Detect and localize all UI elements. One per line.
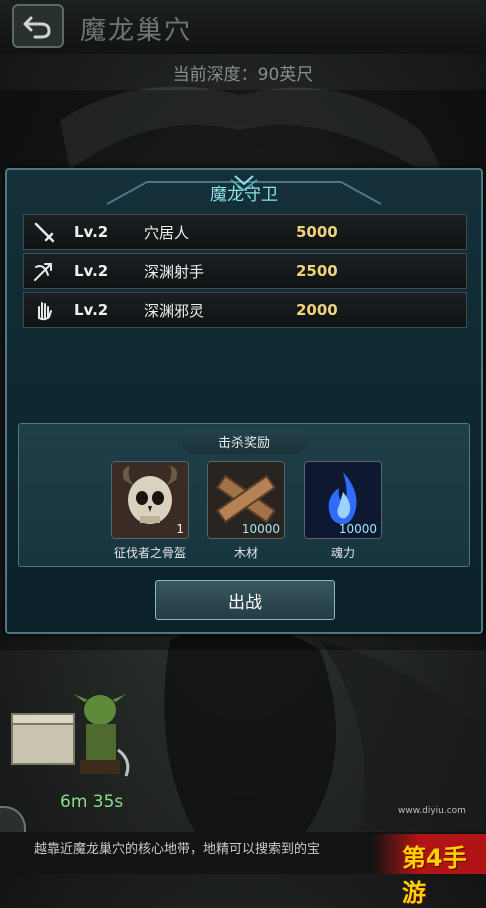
enemy-name: 穴居人 xyxy=(144,223,190,242)
reward-title-bar: 击杀奖励 xyxy=(182,428,306,454)
back-arrow-icon xyxy=(23,16,51,39)
enemy-name: 深渊射手 xyxy=(144,262,205,281)
reward-title: 击杀奖励 xyxy=(217,436,270,451)
fight-button[interactable]: 出战 xyxy=(155,580,335,620)
guardian-panel: 魔龙守卫 Lv.2 穴居人 5000 Lv.2 深渊射手 2500 Lv.2 深… xyxy=(5,168,483,634)
watermark-logo: 第4手游 xyxy=(402,844,467,907)
watermark-url: www.diyiu.com xyxy=(398,806,466,816)
back-button[interactable] xyxy=(12,4,64,48)
reward-count: 10000 xyxy=(241,522,280,536)
crossbow-icon xyxy=(24,254,64,288)
goblin-chest-image[interactable] xyxy=(8,680,158,780)
enemy-power: 2500 xyxy=(296,262,338,280)
reward-item[interactable]: 10000 木材 xyxy=(205,461,287,561)
top-bar: 魔龙巢穴 xyxy=(0,0,486,54)
reward-box: 击杀奖励 1 征伐者之骨盔 10000 木材 10000 魂力 xyxy=(18,423,470,567)
reward-count: 10000 xyxy=(338,522,377,536)
enemy-name: 深渊邪灵 xyxy=(144,301,205,320)
timer-label: 6m 35s xyxy=(60,792,124,812)
sword-icon xyxy=(24,215,64,249)
enemy-level: Lv.2 xyxy=(74,262,109,280)
tip-text: 越靠近魔龙巢穴的核心地带，地精可以搜索到的宝 xyxy=(34,842,321,857)
enemy-list: Lv.2 穴居人 5000 Lv.2 深渊射手 2500 Lv.2 深渊邪灵 2… xyxy=(23,214,467,331)
enemy-power: 2000 xyxy=(296,301,338,319)
enemy-row[interactable]: Lv.2 深渊邪灵 2000 xyxy=(23,292,467,328)
reward-name: 魂力 xyxy=(330,546,355,560)
panel-header: 魔龙守卫 xyxy=(107,174,381,208)
reward-count: 1 xyxy=(176,522,184,536)
depth-label: 当前深度：90英尺 xyxy=(172,65,314,85)
panel-title: 魔龙守卫 xyxy=(210,185,278,205)
skull-helmet-icon: 1 xyxy=(111,461,189,539)
blue-flame-icon: 10000 xyxy=(304,461,382,539)
page-title: 魔龙巢穴 xyxy=(80,16,193,46)
enemy-row[interactable]: Lv.2 穴居人 5000 xyxy=(23,214,467,250)
reward-item[interactable]: 10000 魂力 xyxy=(302,461,384,561)
enemy-power: 5000 xyxy=(296,223,338,241)
reward-name: 木材 xyxy=(233,546,258,560)
reward-name: 征伐者之骨盔 xyxy=(113,546,186,560)
enemy-row[interactable]: Lv.2 深渊射手 2500 xyxy=(23,253,467,289)
ghost-hand-icon xyxy=(24,293,64,327)
wood-planks-icon: 10000 xyxy=(207,461,285,539)
reward-item[interactable]: 1 征伐者之骨盔 xyxy=(109,461,191,561)
enemy-level: Lv.2 xyxy=(74,301,109,319)
enemy-level: Lv.2 xyxy=(74,223,109,241)
